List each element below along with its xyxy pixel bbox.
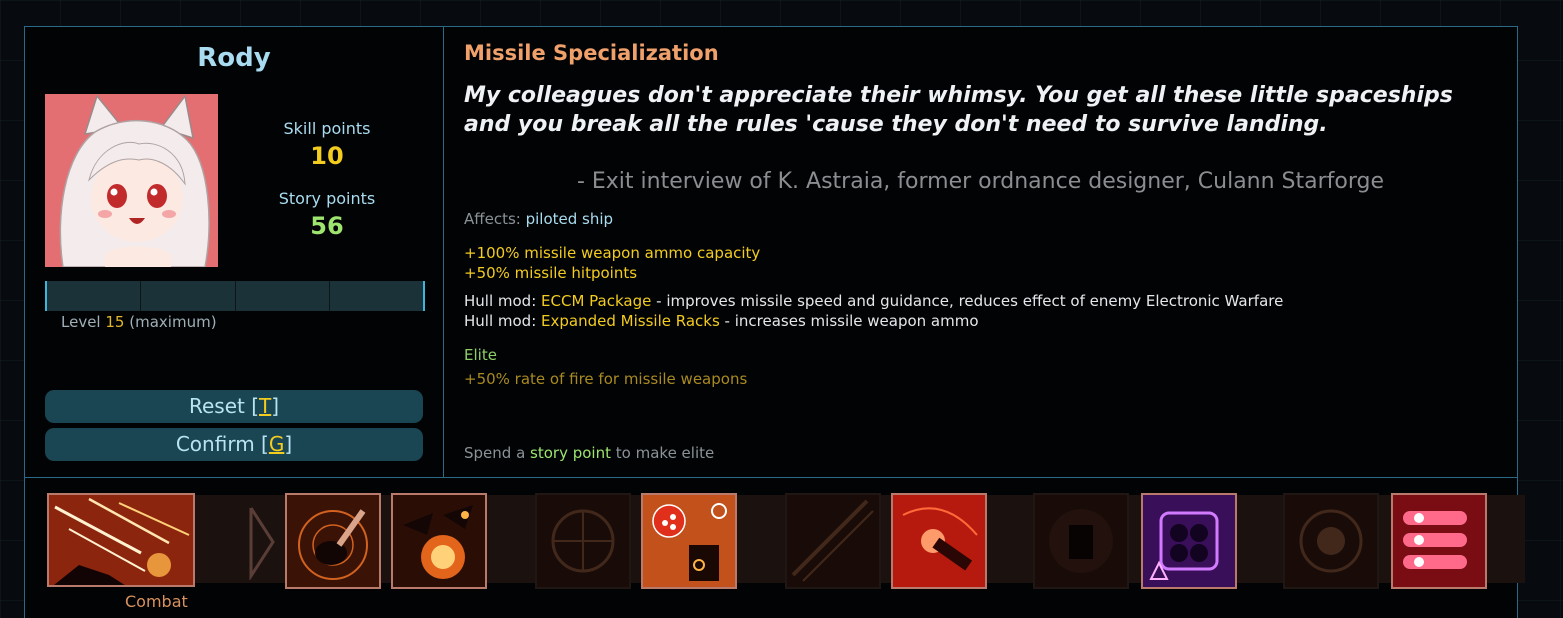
skill-tile-combat-endurance[interactable]: [391, 493, 487, 589]
level-suffix: (maximum): [129, 313, 217, 331]
skill-title: Missile Specialization: [464, 41, 719, 65]
elite-label: Elite: [464, 346, 497, 364]
helmsmanship-icon: [287, 495, 379, 587]
level-prefix: Level: [61, 313, 101, 331]
affects-line: Affects: piloted ship: [464, 210, 613, 228]
affects-label: Affects:: [464, 210, 521, 228]
story-point-hint: Spend a story point to make elite: [464, 444, 714, 462]
damage-control-icon: [643, 495, 735, 587]
story-point-link: story point: [530, 444, 611, 462]
field-modulation-icon: [787, 495, 879, 587]
combat-aptitude-tile[interactable]: [47, 493, 195, 587]
target-analysis-icon: [1035, 495, 1127, 587]
experience-bar-segment: [236, 281, 330, 311]
impact-mitigation-icon: [537, 495, 629, 587]
skill-effect: +50% missile hitpoints: [464, 264, 638, 282]
affects-value: piloted ship: [525, 210, 614, 228]
character-panel: Rody Skill points 10 Story points 56 Lev…: [24, 26, 444, 478]
quote-attribution: - Exit interview of K. Astraia, former o…: [576, 169, 1385, 194]
reset-button[interactable]: Reset [T]: [45, 390, 423, 423]
skill-tile-field-modulation[interactable]: [785, 493, 881, 589]
story-hint-pre: Spend a: [464, 444, 526, 462]
skill-points-value: 10: [310, 142, 344, 170]
story-points-label: Story points: [278, 189, 376, 208]
hull-mod-desc: - improves missile speed and guidance, r…: [656, 292, 1284, 310]
experience-bar-segment: [330, 281, 423, 311]
systems-expertise-icon: [1285, 495, 1377, 587]
hull-mod-name: Expanded Missile Racks: [541, 312, 720, 330]
story-points-value: 56: [310, 212, 344, 240]
hull-mod-desc: - increases missile weapon ammo: [724, 312, 979, 330]
combat-aptitude-icon: [49, 495, 193, 585]
skill-tile-point-defense[interactable]: [891, 493, 987, 589]
skill-detail-panel: Missile Specialization My colleagues don…: [443, 26, 1518, 478]
level-indicator: Level 15 (maximum): [61, 313, 217, 331]
skill-tile-target-analysis[interactable]: [1033, 493, 1129, 589]
skill-tile-ballistic-mastery[interactable]: [1141, 493, 1237, 589]
story-hint-post: to make elite: [615, 444, 715, 462]
hull-mod-name: ECCM Package: [541, 292, 652, 310]
hull-mod-line: Hull mod: Expanded Missile Racks - incre…: [464, 312, 979, 330]
character-name: Rody: [197, 43, 271, 73]
aptitude-skill-bar: Combat: [24, 477, 1525, 618]
missile-specialization-icon: [1393, 495, 1485, 587]
confirm-hotkey: G: [268, 432, 285, 456]
skill-tile-systems-expertise[interactable]: [1283, 493, 1379, 589]
skill-points-label: Skill points: [283, 119, 371, 138]
aptitude-name: Combat: [125, 592, 188, 611]
elite-effect: +50% rate of fire for missile weapons: [464, 370, 748, 388]
skill-tile-impact-mitigation[interactable]: [535, 493, 631, 589]
experience-bar: [45, 281, 425, 311]
experience-bar-segment: [141, 281, 236, 311]
confirm-button[interactable]: Confirm [G]: [45, 428, 423, 461]
skill-tile-damage-control[interactable]: [641, 493, 737, 589]
hull-mod-prefix: Hull mod:: [464, 312, 537, 330]
reset-button-bracket: ]: [271, 394, 280, 418]
chevron-right-icon: [249, 507, 275, 580]
confirm-button-bracket: ]: [284, 432, 293, 456]
experience-bar-segment: [47, 281, 142, 311]
character-portrait: [45, 94, 218, 267]
portrait-image: [45, 94, 218, 267]
hull-mod-line: Hull mod: ECCM Package - improves missil…: [464, 292, 1283, 310]
reset-hotkey: T: [259, 394, 272, 418]
skill-tile-missile-specialization[interactable]: [1391, 493, 1487, 589]
skill-quote: My colleagues don't appreciate their whi…: [464, 83, 1453, 137]
skill-effect: +100% missile weapon ammo capacity: [464, 244, 761, 262]
combat-endurance-icon: [393, 495, 485, 587]
reset-button-label: Reset [: [188, 394, 259, 418]
skill-tile-helmsmanship[interactable]: [285, 493, 381, 589]
level-value: 15: [105, 313, 125, 331]
hull-mod-prefix: Hull mod:: [464, 292, 537, 310]
confirm-button-label: Confirm [: [175, 432, 269, 456]
point-defense-icon: [893, 495, 985, 587]
ballistic-mastery-icon: [1143, 495, 1235, 587]
